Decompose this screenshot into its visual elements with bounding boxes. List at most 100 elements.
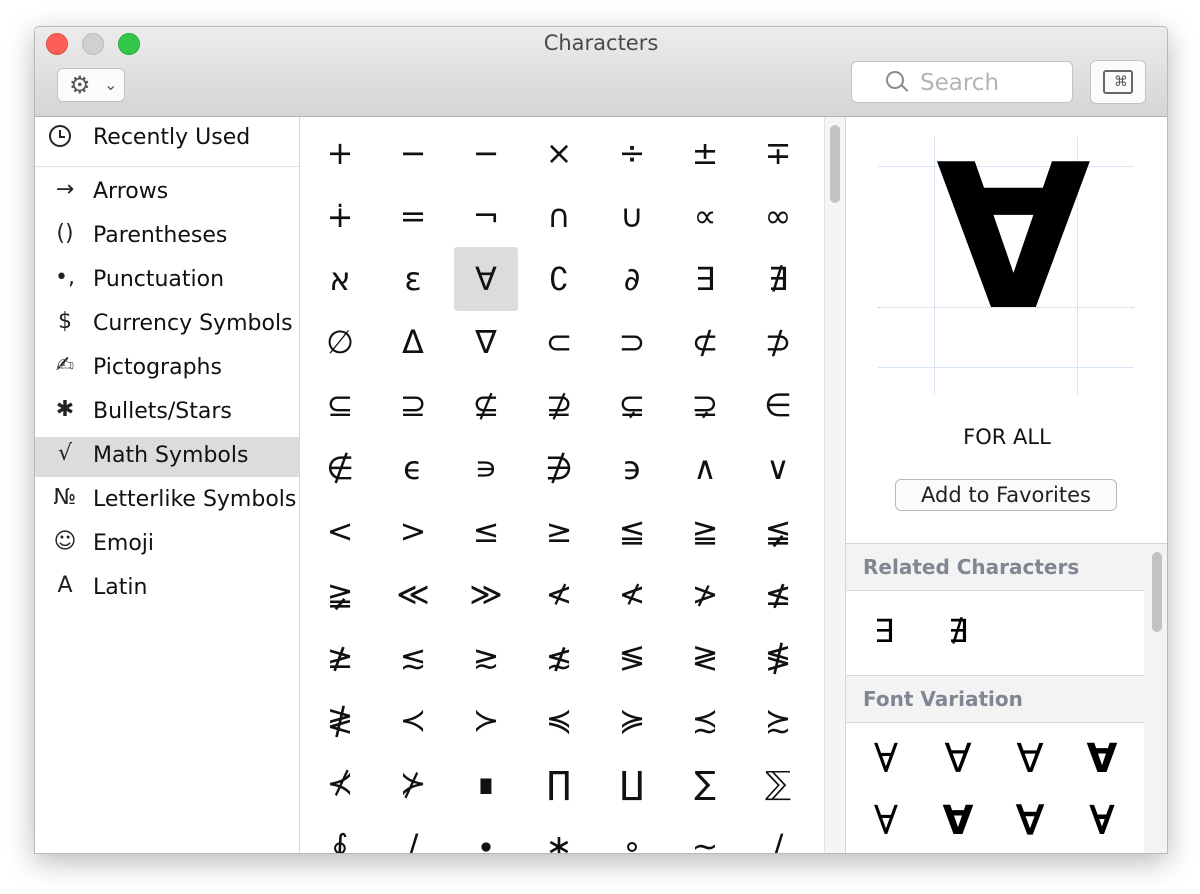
character-cell[interactable]: ∂: [600, 247, 664, 311]
grid-scrollbar[interactable]: [824, 117, 846, 853]
character-cell[interactable]: ≱: [308, 625, 372, 689]
scrollbar-thumb[interactable]: [830, 125, 840, 203]
character-cell[interactable]: ∕: [746, 814, 810, 853]
character-cell[interactable]: ×: [527, 121, 591, 185]
character-cell[interactable]: ⊈: [454, 373, 518, 437]
character-cell[interactable]: ÷: [600, 121, 664, 185]
character-cell[interactable]: ϵ: [381, 436, 445, 500]
character-cell[interactable]: ∓: [746, 121, 810, 185]
font-variation-glyph[interactable]: ∀: [860, 733, 912, 785]
font-variation-glyph[interactable]: ∀: [932, 733, 984, 785]
add-to-favorites-button[interactable]: Add to Favorites: [895, 479, 1117, 511]
font-variation-glyph[interactable]: ∀: [1076, 795, 1128, 847]
sidebar-item-pictographs[interactable]: ✍ Pictographs: [35, 349, 299, 389]
character-cell[interactable]: ⊄: [673, 310, 737, 374]
sidebar-item-letterlike-symbols[interactable]: № Letterlike Symbols: [35, 481, 299, 521]
character-cell[interactable]: ≺: [381, 688, 445, 752]
character-cell[interactable]: −: [381, 121, 445, 185]
character-cell[interactable]: ε: [381, 247, 445, 311]
character-cell[interactable]: ∞: [746, 184, 810, 248]
character-cell[interactable]: ≩: [308, 562, 372, 626]
search-field[interactable]: [851, 61, 1073, 103]
character-cell[interactable]: ⊃: [600, 310, 664, 374]
character-cell[interactable]: ⊋: [673, 373, 737, 437]
character-cell[interactable]: ⊊: [600, 373, 664, 437]
character-cell[interactable]: ∈: [746, 373, 810, 437]
character-cell[interactable]: ∗: [527, 814, 591, 853]
sidebar-item-punctuation[interactable]: •, Punctuation: [35, 261, 299, 301]
character-cell[interactable]: ∩: [527, 184, 591, 248]
info-scrollbar[interactable]: [1146, 544, 1167, 853]
character-cell[interactable]: Δ: [381, 310, 445, 374]
font-variation-glyph[interactable]: ∀: [1076, 733, 1128, 785]
character-cell[interactable]: ≽: [600, 688, 664, 752]
character-cell[interactable]: ≫: [454, 562, 518, 626]
character-cell[interactable]: ∘: [600, 814, 664, 853]
sidebar-item-arrows[interactable]: → Arrows: [35, 173, 299, 213]
character-cell[interactable]: ≼: [527, 688, 591, 752]
character-cell[interactable]: =: [381, 184, 445, 248]
character-cell[interactable]: >: [381, 499, 445, 563]
sidebar-item-currency-symbols[interactable]: $ Currency Symbols: [35, 305, 299, 345]
related-character[interactable]: ∄: [938, 611, 978, 651]
character-cell[interactable]: ≯: [673, 562, 737, 626]
character-cell[interactable]: ∎: [454, 751, 518, 815]
sidebar-item-parentheses[interactable]: () Parentheses: [35, 217, 299, 257]
character-cell[interactable]: ≦: [600, 499, 664, 563]
character-cell[interactable]: ∝: [673, 184, 737, 248]
character-cell[interactable]: ∐: [600, 751, 664, 815]
character-cell[interactable]: ≻: [454, 688, 518, 752]
character-cell[interactable]: ⅀: [746, 751, 810, 815]
character-cell[interactable]: ≪: [381, 562, 445, 626]
character-cell[interactable]: ϶: [600, 436, 664, 500]
character-cell[interactable]: ∍: [454, 436, 518, 500]
character-cell[interactable]: ¬: [454, 184, 518, 248]
character-cell[interactable]: ∙: [454, 814, 518, 853]
character-cell[interactable]: ∧: [673, 436, 737, 500]
character-cell[interactable]: ∅: [308, 310, 372, 374]
scrollbar-thumb[interactable]: [1152, 552, 1162, 632]
character-cell[interactable]: ≮: [600, 562, 664, 626]
character-cell[interactable]: ≳: [454, 625, 518, 689]
character-cell[interactable]: ∼: [673, 814, 737, 853]
character-cell[interactable]: ≹: [308, 688, 372, 752]
character-cell[interactable]: ≲: [381, 625, 445, 689]
font-variation-glyph[interactable]: ∀: [1004, 733, 1056, 785]
character-cell[interactable]: ∇: [454, 310, 518, 374]
character-cell[interactable]: −: [454, 121, 518, 185]
character-cell[interactable]: ≾: [673, 688, 737, 752]
character-cell[interactable]: ∌: [527, 436, 591, 500]
character-cell[interactable]: ∕: [381, 814, 445, 853]
character-cell[interactable]: ∁: [527, 247, 591, 311]
font-variation-glyph[interactable]: ∀: [1004, 795, 1056, 847]
character-cell[interactable]: ⊂: [527, 310, 591, 374]
character-cell[interactable]: ∄: [746, 247, 810, 311]
character-cell[interactable]: <: [308, 499, 372, 563]
character-cell[interactable]: ≷: [673, 625, 737, 689]
character-cell[interactable]: ≧: [673, 499, 737, 563]
related-character[interactable]: ∃: [864, 611, 904, 651]
character-cell[interactable]: ∃: [673, 247, 737, 311]
character-cell[interactable]: ≰: [746, 562, 810, 626]
font-variation-glyph[interactable]: ∀: [932, 795, 984, 847]
character-cell[interactable]: ≥: [527, 499, 591, 563]
keyboard-viewer-button[interactable]: ⌘: [1090, 60, 1146, 104]
sidebar-item-latin[interactable]: A Latin: [35, 569, 299, 609]
font-variation-glyph[interactable]: ∀: [860, 795, 912, 847]
sidebar-item-recently-used[interactable]: Recently Used: [35, 119, 299, 159]
character-cell[interactable]: ∮: [308, 814, 372, 853]
character-cell[interactable]: ⊅: [746, 310, 810, 374]
action-menu-button[interactable]: ⚙ ⌄: [57, 68, 125, 102]
character-cell[interactable]: ≤: [454, 499, 518, 563]
character-cell[interactable]: ≿: [746, 688, 810, 752]
character-cell[interactable]: ⊇: [381, 373, 445, 437]
character-cell[interactable]: ∀: [454, 247, 518, 311]
character-cell[interactable]: ∪: [600, 184, 664, 248]
character-cell[interactable]: ±: [673, 121, 737, 185]
character-cell[interactable]: ∑: [673, 751, 737, 815]
sidebar-item-emoji[interactable]: ☺ Emoji: [35, 525, 299, 565]
character-cell[interactable]: ∏: [527, 751, 591, 815]
character-cell[interactable]: ∨: [746, 436, 810, 500]
character-cell[interactable]: ≸: [746, 625, 810, 689]
character-cell[interactable]: ≮: [527, 562, 591, 626]
